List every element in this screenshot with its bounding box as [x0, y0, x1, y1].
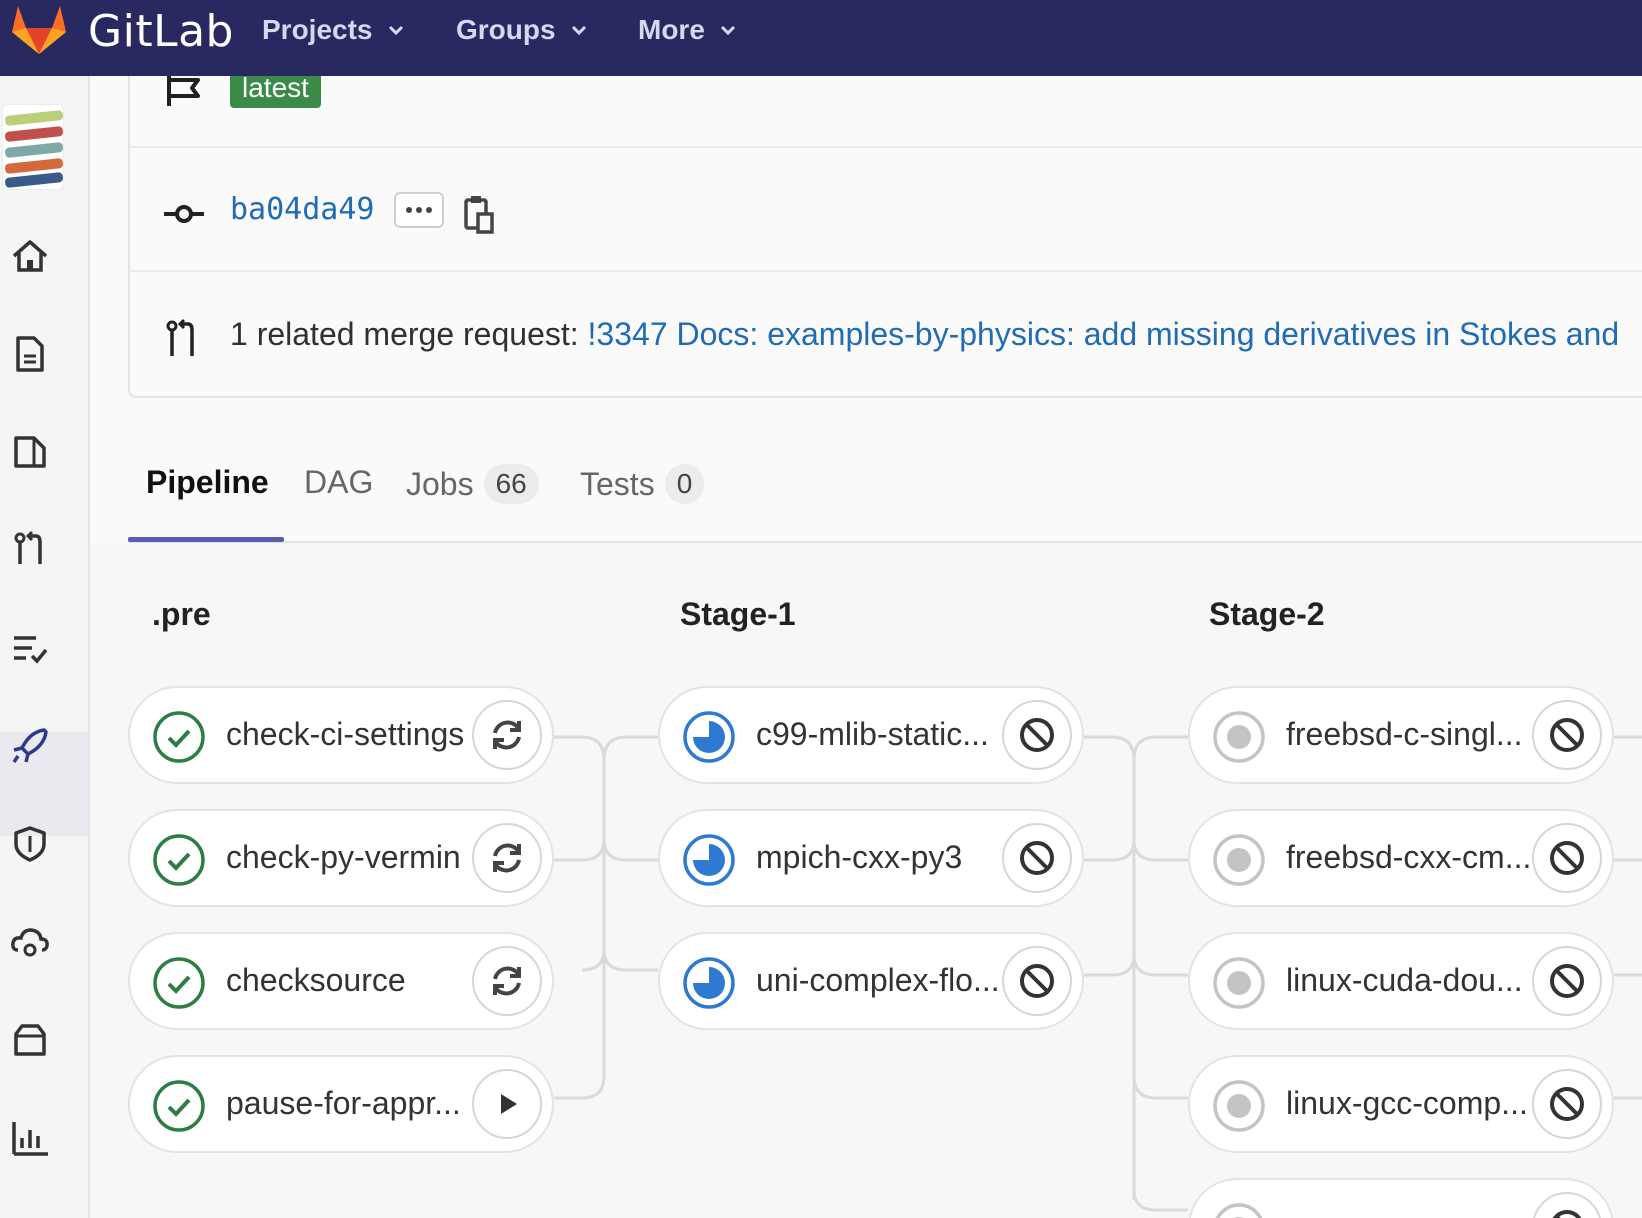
- chevron-down-icon: [571, 25, 586, 36]
- status-running-icon: [683, 957, 735, 1009]
- status-success-icon: [153, 957, 205, 1009]
- job-check-py-vermin[interactable]: check-py-vermin: [128, 809, 554, 907]
- status-success-icon: [153, 834, 205, 886]
- status-running-icon: [683, 834, 735, 886]
- job-checksource[interactable]: checksource: [128, 932, 554, 1030]
- job-connectors: [554, 735, 1642, 1212]
- brand-name[interactable]: GitLab: [88, 6, 234, 57]
- status-success-icon: [153, 1080, 205, 1132]
- nav-groups-label: Groups: [456, 14, 556, 45]
- retry-icon: [493, 720, 521, 750]
- cancel-button[interactable]: [1532, 700, 1602, 770]
- cancel-icon: [1550, 718, 1584, 752]
- retry-button[interactable]: [472, 823, 542, 893]
- nav-projects-label: Projects: [262, 14, 373, 45]
- retry-icon: [493, 843, 521, 873]
- job-linux-gcc-comp[interactable]: linux-gcc-comp...: [1188, 1055, 1614, 1153]
- status-pending-icon: [1215, 1203, 1263, 1218]
- retry-icon: [493, 966, 521, 996]
- nav-more[interactable]: More: [638, 14, 737, 46]
- job-freebsd-cxx-cm[interactable]: freebsd-cxx-cm...: [1188, 809, 1614, 907]
- stage-title-stage-1: Stage-1: [680, 596, 796, 632]
- status-pending-icon: [1213, 1080, 1265, 1132]
- cancel-button[interactable]: [1002, 946, 1072, 1016]
- cancel-icon: [1550, 841, 1584, 875]
- cancel-icon: [1020, 841, 1054, 875]
- gitlab-logo-icon[interactable]: [8, 4, 70, 56]
- cancel-button[interactable]: [1532, 823, 1602, 893]
- job-pause-for-approval[interactable]: pause-for-appr...: [128, 1055, 554, 1153]
- retry-button[interactable]: [472, 700, 542, 770]
- stage-title-pre: .pre: [152, 596, 211, 632]
- cancel-icon: [1550, 964, 1584, 998]
- nav-projects[interactable]: Projects: [262, 14, 405, 46]
- job-c99-mlib-static[interactable]: c99-mlib-static...: [658, 686, 1084, 784]
- cancel-button[interactable]: [1532, 1192, 1602, 1218]
- job-name: check-ci-settings: [226, 716, 465, 752]
- chevron-down-icon: [388, 25, 403, 36]
- status-pending-icon: [1213, 711, 1265, 763]
- job-name: uni-complex-flo...: [756, 962, 1000, 998]
- status-running-icon: [683, 711, 735, 763]
- nav-more-label: More: [638, 14, 705, 45]
- cancel-button[interactable]: [1532, 946, 1602, 1016]
- job-check-ci-settings[interactable]: check-ci-settings: [128, 686, 554, 784]
- job-name: freebsd-c-singl...: [1286, 716, 1523, 752]
- status-pending-icon: [1213, 834, 1265, 886]
- cancel-icon: [1020, 718, 1054, 752]
- status-pending-icon: [1213, 957, 1265, 1009]
- job-name: mpich-cxx-py3: [756, 839, 963, 875]
- job-freebsd-c-single[interactable]: freebsd-c-singl...: [1188, 686, 1614, 784]
- play-icon: [501, 1094, 517, 1114]
- cancel-icon: [1020, 964, 1054, 998]
- cancel-button[interactable]: [1002, 700, 1072, 770]
- job-name: linux-gcc-comp...: [1286, 1085, 1528, 1121]
- chevron-down-icon: [720, 25, 735, 36]
- job-name: linux-cuda-dou...: [1286, 962, 1523, 998]
- status-success-icon: [153, 711, 205, 763]
- retry-button[interactable]: [472, 946, 542, 1016]
- cancel-icon: [1550, 1087, 1584, 1121]
- job-linux-cuda-dou[interactable]: linux-cuda-dou...: [1188, 932, 1614, 1030]
- cancel-icon: [1552, 1210, 1582, 1218]
- job-name: checksource: [226, 962, 406, 998]
- job-mpich-cxx-py3[interactable]: mpich-cxx-py3: [658, 809, 1084, 907]
- top-navbar: GitLab Projects Groups More: [0, 0, 1642, 76]
- cancel-button[interactable]: [1002, 823, 1072, 893]
- cancel-button[interactable]: [1532, 1069, 1602, 1139]
- nav-groups[interactable]: Groups: [456, 14, 588, 46]
- play-button[interactable]: [472, 1069, 542, 1139]
- job-name: c99-mlib-static...: [756, 716, 989, 752]
- job-partial-cutoff[interactable]: [1188, 1178, 1614, 1218]
- stage-title-stage-2: Stage-2: [1209, 596, 1325, 632]
- job-name: pause-for-appr...: [226, 1085, 461, 1121]
- job-uni-complex-flo[interactable]: uni-complex-flo...: [658, 932, 1084, 1030]
- job-name: check-py-vermin: [226, 839, 461, 875]
- job-name: freebsd-cxx-cm...: [1286, 839, 1532, 875]
